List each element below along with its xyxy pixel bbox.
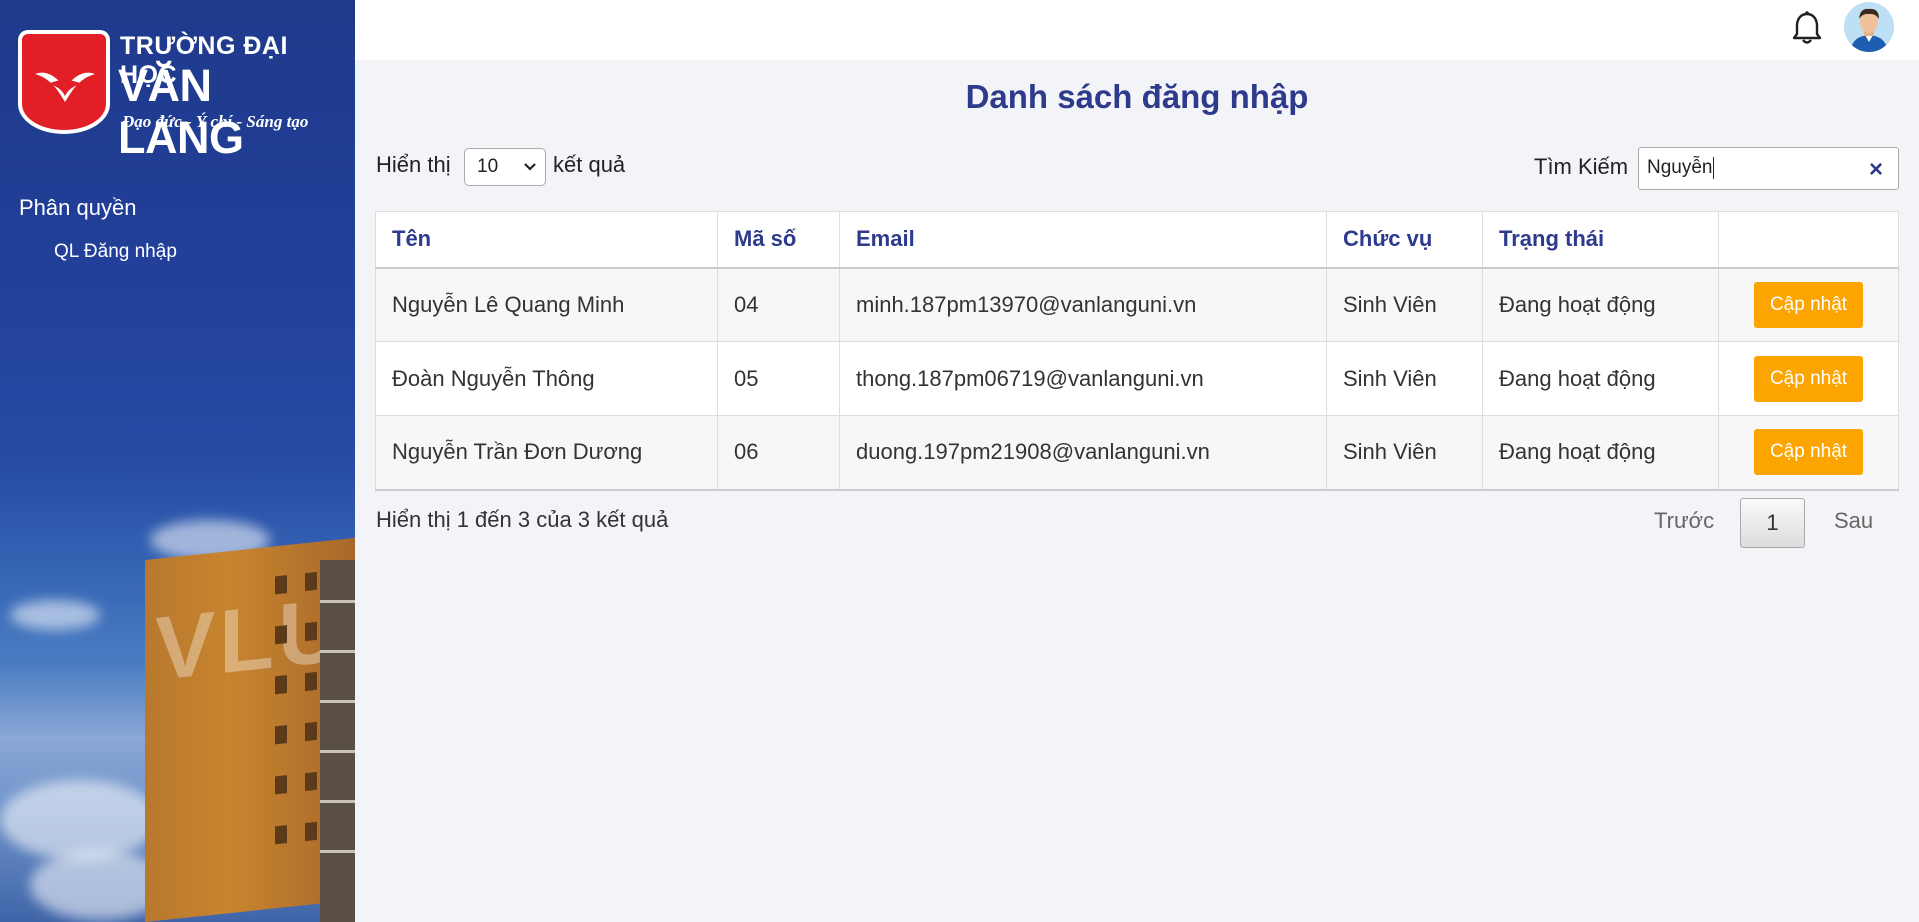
page-length-value: 10	[477, 156, 499, 177]
cell-action: Cập nhật	[1718, 267, 1899, 342]
page-length-prefix: Hiển thị	[376, 152, 451, 177]
cell-name: Nguyễn Trần Đơn Dương	[375, 415, 718, 491]
university-logo[interactable]: TRƯỜNG ĐẠI HỌC VĂN LANG Đạo đức - Ý chí …	[18, 28, 338, 163]
column-header-action	[1718, 211, 1899, 269]
search-label: Tìm Kiếm	[1534, 154, 1629, 179]
cell-role: Sinh Viên	[1326, 267, 1483, 342]
column-header-code[interactable]: Mã số	[717, 211, 840, 269]
text-caret	[1712, 157, 1714, 179]
table-row: Nguyễn Lê Quang Minh 04 minh.187pm13970@…	[375, 267, 1899, 342]
sidebar-section-permissions[interactable]: Phân quyền	[19, 195, 136, 221]
shield-logo-icon	[18, 30, 110, 134]
cell-name: Nguyễn Lê Quang Minh	[375, 267, 718, 342]
cell-role: Sinh Viên	[1326, 415, 1483, 491]
tower-decoration	[320, 560, 355, 922]
cell-email: minh.187pm13970@vanlanguni.vn	[839, 267, 1327, 342]
cell-status: Đang hoạt động	[1482, 267, 1719, 342]
cell-code: 06	[717, 415, 840, 491]
chevron-down-icon	[523, 149, 537, 198]
page-title: Danh sách đăng nhập	[965, 78, 1309, 115]
cell-role: Sinh Viên	[1326, 341, 1483, 416]
logo-slogan: Đạo đức - Ý chí - Sáng tạo	[122, 112, 309, 131]
cell-code: 05	[717, 341, 840, 416]
cell-action: Cập nhật	[1718, 341, 1899, 416]
page-length-suffix: kết quả	[553, 152, 626, 177]
column-header-email[interactable]: Email	[839, 211, 1327, 269]
cell-code: 04	[717, 267, 840, 342]
cell-status: Đang hoạt động	[1482, 415, 1719, 491]
sidebar-item-login-management[interactable]: QL Đăng nhập	[54, 241, 177, 263]
cell-email: duong.197pm21908@vanlanguni.vn	[839, 415, 1327, 491]
cell-name: Đoàn Nguyễn Thông	[375, 341, 718, 416]
login-table: Tên Mã số Email Chức vụ Trạng thái Nguyễ…	[375, 211, 1899, 491]
pagination-previous[interactable]: Trước	[1654, 508, 1714, 534]
update-button[interactable]: Cập nhật	[1753, 429, 1864, 476]
search-input-value: Nguyễn	[1647, 157, 1713, 179]
table-row: Đoàn Nguyễn Thông 05 thong.187pm06719@va…	[375, 341, 1899, 416]
table-info: Hiển thị 1 đến 3 của 3 kết quả	[376, 507, 669, 532]
cell-action: Cập nhật	[1718, 415, 1899, 491]
cell-status: Đang hoạt động	[1482, 341, 1719, 416]
cloud-decoration	[0, 780, 160, 860]
cell-email: thong.187pm06719@vanlanguni.vn	[839, 341, 1327, 416]
column-header-role[interactable]: Chức vụ	[1326, 211, 1483, 269]
update-button[interactable]: Cập nhật	[1753, 355, 1864, 402]
search-input[interactable]: Nguyễn	[1638, 147, 1899, 190]
table-header-row: Tên Mã số Email Chức vụ Trạng thái	[375, 211, 1899, 269]
clear-search-icon[interactable]: ×	[1869, 156, 1883, 184]
column-header-status[interactable]: Trạng thái	[1482, 211, 1719, 269]
building-lettering: VLU	[155, 579, 347, 700]
pagination-next[interactable]: Sau	[1834, 508, 1873, 534]
table-row: Nguyễn Trần Đơn Dương 06 duong.197pm2190…	[375, 415, 1899, 491]
user-avatar[interactable]	[1844, 2, 1894, 52]
cloud-decoration	[10, 600, 100, 630]
update-button[interactable]: Cập nhật	[1753, 281, 1864, 328]
column-header-name[interactable]: Tên	[375, 211, 718, 269]
pagination-page-1[interactable]: 1	[1740, 498, 1805, 548]
sidebar: VLU TRƯỜNG ĐẠI HỌC VĂN LANG Đạo đức - Ý …	[0, 0, 355, 922]
top-bar	[355, 0, 1919, 60]
bell-icon[interactable]	[1790, 10, 1824, 46]
page-length-select[interactable]: 10	[464, 148, 546, 186]
